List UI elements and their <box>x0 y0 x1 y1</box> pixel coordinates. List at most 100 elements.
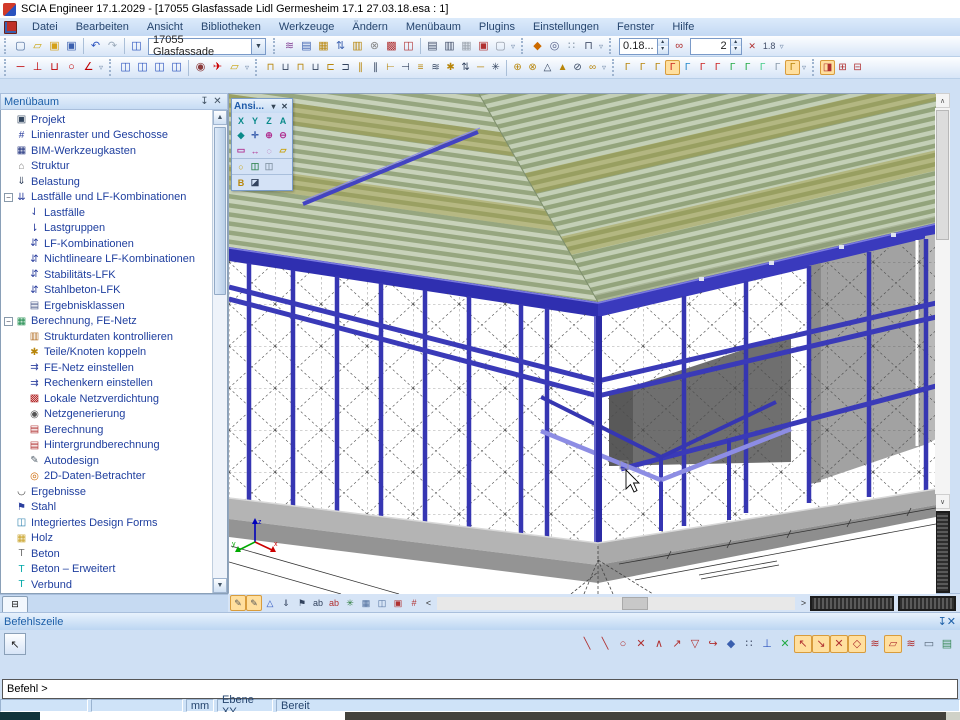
document-icon[interactable] <box>4 21 17 34</box>
toolbar-icon[interactable]: ○ <box>63 59 80 76</box>
overflow-icon[interactable]: ▿ <box>597 42 605 51</box>
toolbar-icon[interactable]: Г <box>680 60 695 75</box>
toolbar-icon[interactable]: ⊘ <box>570 60 585 75</box>
scrollbar-thumb[interactable] <box>622 597 648 610</box>
snap-mode-icon[interactable]: ✕ <box>776 635 794 653</box>
toolbar-grip[interactable] <box>4 59 9 76</box>
tree-item[interactable]: ▩ Lokale Netzverdichtung <box>1 391 212 407</box>
zoom-icon[interactable]: ◌ <box>262 144 276 157</box>
tree-item[interactable]: ▤ Berechnung <box>1 422 212 438</box>
toolbar-icon[interactable]: ≋ <box>428 60 443 75</box>
scroll-up-icon[interactable]: ▲ <box>213 110 227 125</box>
menu-item[interactable]: Plugins <box>470 19 524 35</box>
pin-icon[interactable]: ↧ <box>198 96 211 107</box>
model-3d-view[interactable]: z x y <box>229 94 936 594</box>
toolbar-grip[interactable] <box>812 59 817 76</box>
tree-expander[interactable] <box>3 580 14 589</box>
snap-mode-icon[interactable]: ∧ <box>650 635 668 653</box>
scroll-down-icon[interactable]: ∨ <box>935 494 950 509</box>
tree-expander[interactable] <box>16 286 27 295</box>
tree-item[interactable]: ⇓ Belastung <box>1 174 212 190</box>
toolbar-icon[interactable]: ◫ <box>117 59 134 76</box>
snap-mode-icon[interactable]: ╲ <box>596 635 614 653</box>
snap-mode-icon[interactable]: ▽ <box>686 635 704 653</box>
tree-expander[interactable] <box>3 146 14 155</box>
toolbar-grip[interactable] <box>609 38 614 54</box>
toolbar-icon[interactable]: ↷ <box>104 38 121 55</box>
display-toggle-icon[interactable]: # <box>406 595 422 611</box>
toolbar-icon[interactable]: Г <box>725 60 740 75</box>
toolbar-icon[interactable]: ≡ <box>413 60 428 75</box>
toolbar-grip[interactable] <box>273 38 278 54</box>
toolbar-grip[interactable] <box>255 59 260 76</box>
toolbar-icon[interactable]: ⊣ <box>398 60 413 75</box>
toolbar-icon[interactable]: ◫ <box>128 38 145 55</box>
toolbar-icon[interactable]: ∷ <box>563 38 580 55</box>
menu-item[interactable]: Bibliotheken <box>192 19 270 35</box>
scroll-down-icon[interactable]: ▼ <box>213 578 227 593</box>
snap-mode-icon[interactable]: ◇ <box>848 635 866 653</box>
display-toggle-icon[interactable]: △ <box>262 595 278 611</box>
toolbar-icon[interactable]: ⊞ <box>835 60 850 75</box>
tree-expander[interactable] <box>16 441 27 450</box>
toolbar-icon[interactable]: ▦ <box>315 38 332 55</box>
tree-expander[interactable] <box>16 456 27 465</box>
toolbar-icon[interactable]: ▱ <box>29 38 46 55</box>
toolbar-icon[interactable]: ▱ <box>226 59 243 76</box>
toolbar-icon[interactable]: ⊟ <box>850 60 865 75</box>
toolbar-icon[interactable]: ─ <box>12 59 29 76</box>
tree-item[interactable]: ⚑ Stahl <box>1 500 212 516</box>
snap-mode-icon[interactable]: ∷ <box>740 635 758 653</box>
chevron-down-icon[interactable]: ▼ <box>251 39 265 54</box>
zoom-icon[interactable]: ▭ <box>234 144 248 157</box>
tree-item[interactable]: ◎ 2D-Daten-Betrachter <box>1 469 212 485</box>
tree-expander[interactable] <box>3 549 14 558</box>
tree-expander[interactable] <box>16 379 27 388</box>
snap-mode-icon[interactable]: ╲ <box>578 635 596 653</box>
tree-item[interactable]: ⇵ LF-Kombinationen <box>1 236 212 252</box>
tree-item[interactable]: ⇂ Lastgruppen <box>1 221 212 237</box>
toolbar-icon[interactable]: ✳ <box>488 60 503 75</box>
close-icon[interactable]: ✕ <box>211 96 224 107</box>
view-icon[interactable]: Z <box>262 114 276 127</box>
display-toggle-icon[interactable]: ⚑ <box>294 595 310 611</box>
toolbar-icon[interactable]: ∥ <box>368 60 383 75</box>
menu-item[interactable]: Einstellungen <box>524 19 608 35</box>
display-icon[interactable]: B <box>234 176 248 189</box>
scrollbar-track[interactable] <box>935 108 950 494</box>
tree-item[interactable]: T Beton <box>1 546 212 562</box>
toolbar-icon[interactable]: ▲ <box>555 60 570 75</box>
snap-mode-icon[interactable]: ◆ <box>722 635 740 653</box>
overflow-icon[interactable]: ▿ <box>243 63 251 72</box>
scrollbar-track[interactable] <box>213 125 227 578</box>
menu-item[interactable]: Ansicht <box>138 19 192 35</box>
rotate-wheel-horizontal[interactable] <box>898 596 956 611</box>
project-combobox[interactable]: 17055 Glasfassade ▼ <box>148 38 266 55</box>
snap-mode-icon[interactable]: ▤ <box>938 635 956 653</box>
toolbar-icon[interactable]: ▥ <box>441 38 458 55</box>
toolbar-icon[interactable]: ⊗ <box>525 60 540 75</box>
tree-expander[interactable] <box>3 518 14 527</box>
toolbar-icon[interactable]: ⊔ <box>46 59 63 76</box>
tree-item[interactable]: ⇉ Rechenkern einstellen <box>1 376 212 392</box>
menu-item[interactable]: Datei <box>23 19 67 35</box>
toolbar-icon[interactable]: ∥ <box>353 60 368 75</box>
toolbar-icon[interactable]: Г <box>635 60 650 75</box>
display-toggle-icon[interactable]: ✎ <box>246 595 262 611</box>
toolbar-icon[interactable]: ⇅ <box>458 60 473 75</box>
tree-item[interactable]: − ▦ Berechnung, FE-Netz <box>1 314 212 330</box>
tree-expander[interactable] <box>3 534 14 543</box>
tree-item[interactable]: ▤ Ergebnisklassen <box>1 298 212 314</box>
toolbar-icon[interactable]: ◫ <box>400 38 417 55</box>
snap-mode-icon[interactable]: ↪ <box>704 635 722 653</box>
tree-item[interactable]: ◡ Ergebnisse <box>1 484 212 500</box>
toolbar-icon[interactable]: ─ <box>473 60 488 75</box>
view-icon[interactable]: Y <box>248 114 262 127</box>
tree-expander[interactable] <box>16 270 27 279</box>
toolbar-icon[interactable]: ∠ <box>80 59 97 76</box>
spin-down-icon[interactable]: ▾ <box>731 46 741 54</box>
menu-item[interactable]: Menübaum <box>397 19 470 35</box>
chevron-down-icon[interactable]: ▾ <box>268 102 279 111</box>
toolbar-grip[interactable] <box>109 59 114 76</box>
toolbar-icon[interactable]: Г <box>620 60 635 75</box>
